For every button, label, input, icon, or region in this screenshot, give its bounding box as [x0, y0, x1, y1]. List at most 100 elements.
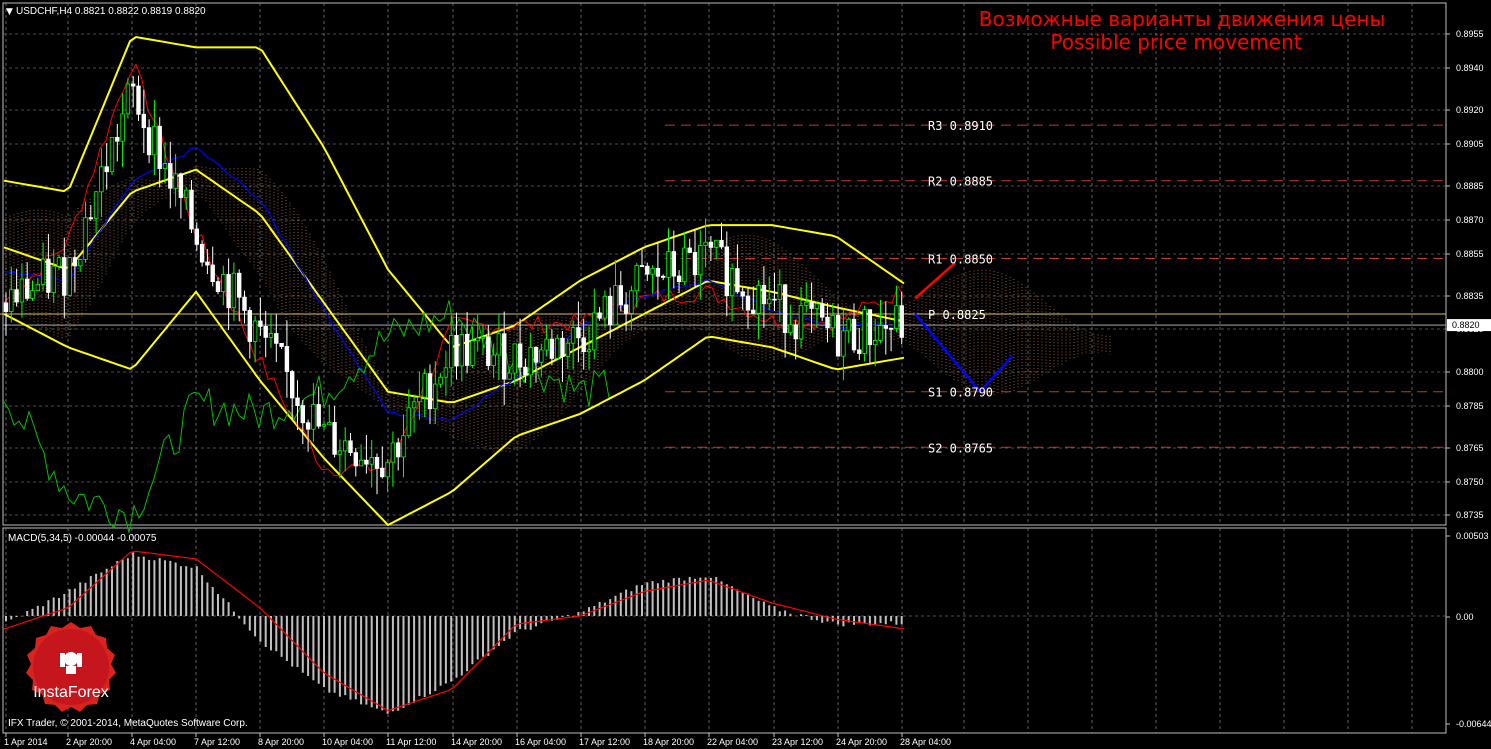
candle-body	[268, 333, 274, 338]
candle-body	[438, 376, 443, 385]
candle-body	[353, 452, 358, 467]
candle-body	[321, 424, 327, 427]
price-tick-label: 0.8835	[1456, 291, 1484, 301]
candle-body	[708, 241, 714, 248]
candle-body	[40, 258, 46, 285]
chart-menu-icon[interactable]: ▼	[6, 7, 13, 17]
candle-body	[311, 404, 316, 430]
candle-body	[613, 285, 618, 326]
candle-body	[274, 333, 279, 344]
candle-body	[618, 285, 623, 306]
time-tick-label: 11 Apr 12:00	[386, 737, 436, 747]
candle-body	[380, 467, 385, 478]
candle-body	[183, 189, 189, 198]
candle-body	[809, 301, 814, 309]
candle-body	[120, 113, 125, 142]
candle-body	[395, 442, 401, 458]
candle-body	[236, 272, 242, 298]
candle-body	[125, 83, 131, 115]
candle-body	[305, 422, 311, 430]
candle-body	[247, 310, 252, 342]
candle-body	[883, 325, 888, 329]
candle-body	[740, 291, 745, 297]
candle-body	[491, 354, 496, 366]
candle-body	[427, 373, 433, 410]
candle-body	[72, 257, 78, 267]
candle-body	[650, 267, 655, 275]
candle-body	[83, 217, 88, 260]
candle-body	[289, 371, 295, 399]
candle-body	[570, 327, 576, 344]
candle-body	[862, 309, 867, 354]
candle-body	[825, 316, 830, 329]
candle-body	[592, 312, 597, 351]
candle-body	[798, 305, 804, 340]
candle-body	[671, 251, 676, 277]
candle-body	[634, 265, 639, 292]
time-tick-label: 14 Apr 20:00	[451, 737, 502, 747]
candle-body	[581, 337, 586, 353]
candle-body	[544, 338, 549, 351]
macd-tick-label: 0.00	[1456, 612, 1474, 622]
candle-body	[162, 163, 168, 169]
candle-body	[873, 340, 878, 346]
candle-body	[189, 189, 194, 230]
candle-body	[385, 461, 390, 478]
candle-body	[793, 324, 798, 340]
candle-body	[735, 268, 740, 293]
candle-body	[46, 258, 51, 293]
candle-body	[242, 296, 247, 311]
candle-body	[226, 274, 231, 309]
candle-body	[480, 336, 486, 339]
candle-body	[846, 318, 851, 332]
price-tick-label: 0.8735	[1456, 510, 1484, 520]
copyright-text: IFX Trader, © 2001-2014, MetaQuotes Soft…	[8, 718, 248, 729]
candle-body	[470, 340, 475, 366]
candle-body	[745, 295, 751, 311]
candle-body	[9, 289, 14, 312]
symbol-header: USDCHF,H4 0.8821 0.8822 0.8819 0.8820	[16, 6, 206, 17]
candle-body	[719, 239, 724, 248]
candle-body	[729, 268, 735, 297]
candle-body	[364, 459, 369, 465]
candle-body	[565, 342, 570, 357]
candle-body	[555, 337, 560, 359]
candle-body	[417, 396, 422, 403]
time-tick-label: 10 Apr 04:00	[322, 737, 373, 747]
candle-body	[645, 265, 650, 275]
candle-body	[19, 278, 25, 303]
candle-body	[459, 334, 464, 367]
overlay-title-en: Possible price movement	[1050, 30, 1301, 54]
pivot-label: S1 0.8790	[928, 386, 993, 400]
candle-body	[146, 127, 152, 156]
candle-body	[772, 298, 777, 301]
time-tick-label: 4 Apr 04:00	[130, 737, 176, 747]
candle-body	[549, 338, 555, 359]
candle-body	[199, 243, 205, 263]
candle-body	[332, 422, 337, 455]
price-tick-label: 0.8855	[1456, 249, 1484, 259]
candle-body	[337, 450, 343, 455]
overlay-title-ru: Возможные варианты движения цены	[979, 7, 1386, 31]
candle-body	[830, 315, 835, 329]
candle-body	[517, 343, 523, 368]
candle-body	[496, 333, 502, 356]
candle-body	[666, 251, 671, 278]
candle-body	[629, 290, 634, 314]
candle-body	[899, 305, 904, 338]
candle-body	[608, 295, 613, 326]
chart-canvas: 0.8955 0.8940 0.8920 0.8905 0.8885 0.8870 0.88…	[0, 2, 1491, 747]
candle-body	[30, 290, 35, 299]
macd-header: MACD(5,34,5) -0.00044 -0.00075	[8, 533, 157, 544]
candle-body	[258, 320, 263, 327]
candle-body	[78, 259, 83, 267]
candle-body	[820, 303, 825, 318]
macd-frame	[2, 527, 1447, 734]
price-tick-label: 0.8785	[1456, 401, 1484, 411]
time-tick-label: 8 Apr 20:00	[258, 737, 304, 747]
candle-body	[433, 383, 438, 410]
pivot-label: R3 0.8910	[928, 119, 993, 133]
time-tick-label: 23 Apr 12:00	[772, 737, 823, 747]
candle-body	[756, 284, 761, 314]
candle-body	[655, 267, 661, 277]
